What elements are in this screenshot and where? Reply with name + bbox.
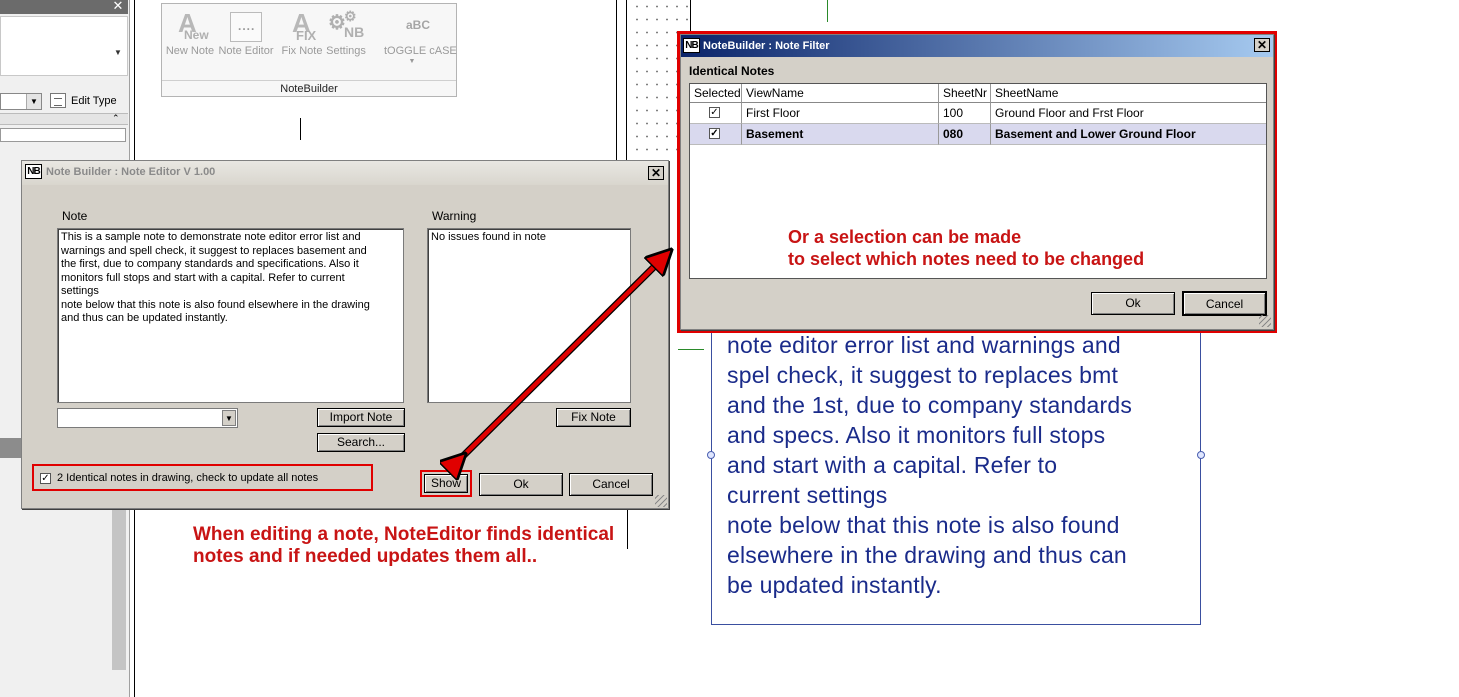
settings-icon: ⚙ ⚙ NB: [328, 8, 365, 40]
properties-titlebar: [0, 0, 128, 14]
chevron-down-icon[interactable]: ▼: [114, 48, 122, 57]
chevron-down-icon[interactable]: ▼: [222, 410, 236, 426]
property-field[interactable]: [0, 128, 126, 142]
filter-caption-line-1: Or a selection can be made: [788, 227, 1022, 247]
identical-notes-heading: Identical Notes: [689, 64, 775, 78]
close-icon[interactable]: ✕: [648, 166, 664, 180]
drawing-line: [627, 509, 628, 549]
toggle-case-button[interactable]: aBC tOGGLE cASE ▼: [384, 4, 457, 74]
column-header-sheetnr[interactable]: SheetNr: [939, 84, 991, 103]
drawing-wall-line: [616, 0, 617, 160]
resize-grip-icon[interactable]: [1259, 315, 1271, 327]
text-note-grip[interactable]: [1197, 451, 1205, 459]
edit-type-icon[interactable]: [50, 93, 66, 108]
table-cell-viewname[interactable]: Basement: [742, 124, 939, 145]
collapse-icon[interactable]: ⌃: [112, 113, 120, 124]
column-header-sheetname[interactable]: SheetName: [991, 84, 1266, 103]
note-editor-title: Note Builder : Note Editor V 1.00: [46, 166, 216, 178]
editor-caption-line-1: When editing a note, NoteEditor finds id…: [193, 524, 615, 545]
table-cell-sheetname[interactable]: Basement and Lower Ground Floor: [991, 124, 1266, 145]
chevron-down-icon[interactable]: ▼: [26, 94, 41, 109]
new-note-icon: A New: [178, 8, 209, 42]
note-label: Note: [62, 209, 88, 223]
notebuilder-logo-icon: NB: [683, 38, 700, 53]
edit-type-button[interactable]: Edit Type: [71, 95, 117, 107]
table-cell-sheetname[interactable]: Ground Floor and Frst Floor: [991, 103, 1266, 124]
row-select-checkbox[interactable]: ✓: [709, 128, 720, 139]
identical-notes-label: 2 Identical notes in drawing, check to u…: [57, 472, 319, 484]
editor-caption-line-2: notes and if needed updates them all..: [193, 546, 538, 567]
row-select-checkbox[interactable]: ✓: [709, 107, 720, 118]
identical-notes-checkbox[interactable]: ✓: [40, 473, 51, 484]
warning-label: Warning: [432, 209, 477, 223]
search-button[interactable]: Search...: [317, 433, 405, 452]
note-editor-button[interactable]: Note Editor: [218, 4, 274, 74]
table-cell-sheetnr[interactable]: 100: [939, 103, 991, 124]
ok-button[interactable]: Ok: [1091, 292, 1175, 315]
canvas-text-note[interactable]: note editor error list and warnings and …: [727, 330, 1197, 600]
note-filter-title: NoteBuilder : Note Filter: [703, 40, 830, 52]
drawing-grid-line: [678, 349, 704, 350]
close-icon[interactable]: ✕: [110, 0, 126, 14]
table-row-select-cell[interactable]: ✓: [690, 103, 742, 124]
new-note-button[interactable]: A New New Note: [162, 4, 218, 74]
chevron-down-icon[interactable]: ▼: [384, 58, 440, 65]
resize-grip-icon[interactable]: [655, 495, 667, 507]
note-filter-dialog: NB NoteBuilder : Note Filter ✕ Identical…: [680, 34, 1274, 330]
annotation-arrow: [440, 240, 680, 480]
panel-divider: [0, 438, 22, 458]
settings-button[interactable]: ⚙ ⚙ NB Settings: [318, 4, 374, 74]
toggle-case-icon: aBC: [406, 18, 431, 32]
type-selector[interactable]: [0, 16, 128, 76]
close-icon[interactable]: ✕: [1254, 38, 1270, 52]
column-header-selected[interactable]: Selected: [690, 84, 742, 103]
drawing-grid-line: [827, 0, 828, 22]
table-row-select-cell[interactable]: ✓: [690, 124, 742, 145]
note-history-combo[interactable]: ▼: [57, 408, 238, 428]
ribbon-panel-notebuilder: ANew New Note Note Editor AFIX Fix Note …: [161, 3, 457, 97]
filter-caption-line-2: to select which notes need to be changed: [788, 249, 1145, 269]
table-cell-sheetnr[interactable]: 080: [939, 124, 991, 145]
drawing-wall-line: [626, 0, 627, 160]
table-cell-viewname[interactable]: First Floor: [742, 103, 939, 124]
note-textarea[interactable]: This is a sample note to demonstrate not…: [57, 228, 404, 403]
cancel-button[interactable]: Cancel: [1182, 291, 1267, 316]
column-header-viewname[interactable]: ViewName: [742, 84, 939, 103]
notebuilder-logo-icon: NB: [25, 164, 42, 179]
drawing-line: [300, 118, 301, 140]
ribbon-panel-label: NoteBuilder: [162, 80, 456, 96]
properties-group-header[interactable]: [0, 113, 128, 125]
note-editor-icon: [218, 8, 274, 44]
panel-scrollbar[interactable]: [112, 500, 126, 670]
import-note-button[interactable]: Import Note: [317, 408, 405, 427]
text-note-grip[interactable]: [707, 451, 715, 459]
